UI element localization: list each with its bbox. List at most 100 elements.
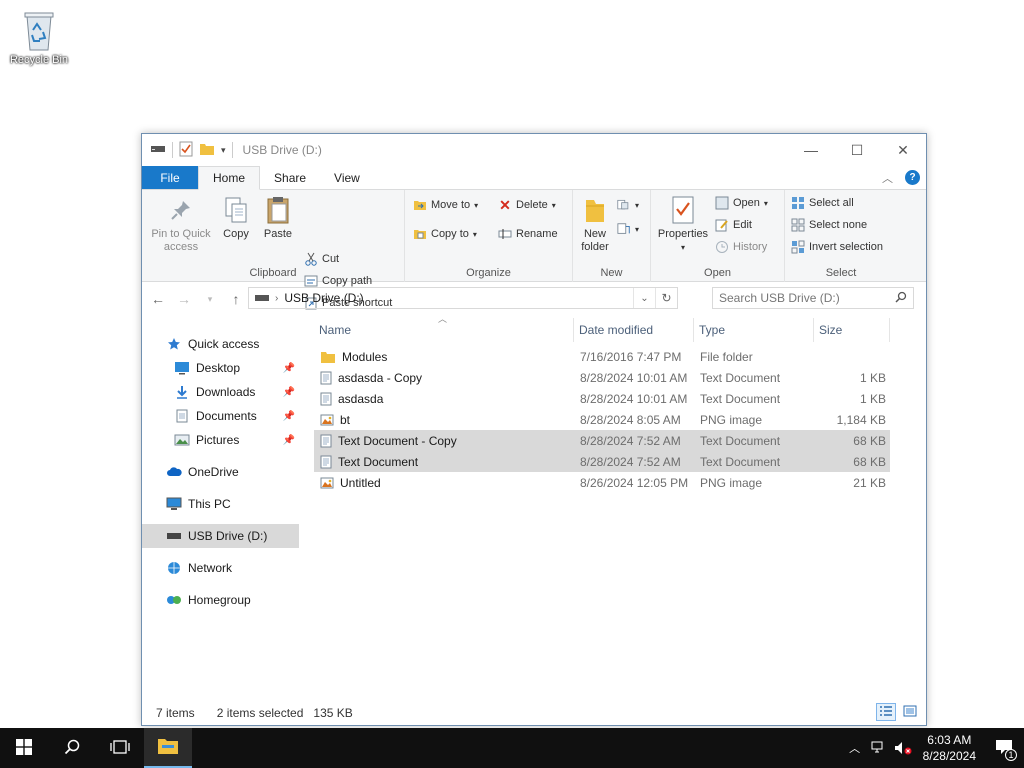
file-size: 1 KB [859,370,886,385]
edit-button[interactable]: Edit [715,218,752,232]
select-all-button[interactable]: Select all [791,196,854,210]
star-icon [166,336,182,352]
file-row[interactable]: Text Document 8/28/2024 7:52 AM Text Docum… [314,451,890,472]
file-row[interactable]: asdasda 8/28/2024 10:01 AM Text Document 1 … [314,388,890,409]
action-center-button[interactable]: 1 [984,739,1024,761]
file-size: 1,184 KB [836,412,886,427]
file-size: 1 KB [859,391,886,406]
file-type: PNG image [700,412,763,427]
tab-file[interactable]: File [142,166,198,189]
minimize-button[interactable]: — [788,134,834,166]
properties-button[interactable]: Properties ▾ [655,194,711,254]
explorer-body: Quick access Desktop 📌 Downloads 📌 Docum… [142,314,926,701]
open-button[interactable]: Open ▾ [715,196,768,210]
tab-share[interactable]: Share [260,166,320,189]
nav-network[interactable]: Network [142,556,299,580]
tab-view[interactable]: View [320,166,374,189]
show-hidden-icons-button[interactable]: ︿ [843,740,867,756]
file-list: ︿ Name Date modified Type Size Modules 7/… [314,314,896,701]
properties-qat-icon[interactable] [179,141,193,160]
download-arrow-icon [174,384,190,400]
file-explorer-icon [157,737,179,758]
title-bar[interactable]: ▾ USB Drive (D:) — ☐ ✕ [142,134,926,166]
back-button[interactable]: ← [150,291,166,307]
taskbar: ︿ 6:03 AM 8/28/2024 1 [0,728,1024,768]
pin-icon[interactable]: 📌 [283,387,295,398]
text-file-icon [320,392,332,406]
select-none-button[interactable]: Select none [791,218,867,232]
history-button[interactable]: History [715,240,767,254]
drive-icon [255,291,269,305]
new-folder-qat-icon[interactable] [199,141,215,160]
column-name[interactable]: Name [314,318,574,342]
file-row[interactable]: Untitled 8/26/2024 12:05 PM PNG image 21 KB [314,472,890,493]
nav-pictures[interactable]: Pictures 📌 [142,428,299,452]
refresh-icon[interactable]: ↻ [655,288,677,308]
scissors-icon [304,252,318,266]
maximize-button[interactable]: ☐ [834,134,880,166]
paste-button[interactable]: Paste [258,194,298,241]
address-dropdown-icon[interactable]: ⌄ [633,288,655,308]
column-headers: ︿ Name Date modified Type Size [314,314,894,342]
address-path[interactable]: USB Drive (D:) [284,291,363,305]
clipboard-group: Pin to Quick access Copy Paste Cut Copy … [142,190,405,310]
copy-button[interactable]: Copy [216,194,256,241]
chevron-right-icon[interactable]: › [275,293,278,304]
tab-home[interactable]: Home [198,166,261,190]
new-item-button[interactable]: ▾ [617,198,639,212]
ribbon: Pin to Quick access Copy Paste Cut Copy … [142,190,926,310]
pin-icon[interactable]: 📌 [283,435,295,446]
recycle-bin[interactable]: Recycle Bin [6,8,72,66]
status-bar: 7 items 2 items selected 135 KB [142,701,926,725]
new-folder-button[interactable]: New folder [575,194,615,254]
copy-to-button[interactable]: Copy to ▾ [413,227,477,241]
details-view-button[interactable] [876,703,896,721]
nav-homegroup[interactable]: Homegroup [142,588,299,612]
pin-icon[interactable]: 📌 [283,411,295,422]
large-icons-view-button[interactable] [900,703,920,721]
search-input[interactable]: Search USB Drive (D:) [712,287,914,309]
easy-access-button[interactable]: ▾ [617,222,639,236]
file-explorer-taskbar-button[interactable] [144,728,192,768]
search-icon[interactable] [895,291,907,306]
nav-quick-access[interactable]: Quick access [142,332,299,356]
move-to-button[interactable]: Move to ▾ [413,198,478,212]
column-size[interactable]: Size [814,318,890,342]
network-tray-icon[interactable] [867,741,891,755]
file-name: bt [340,412,351,427]
clock[interactable]: 6:03 AM 8/28/2024 [915,732,984,764]
close-button[interactable]: ✕ [880,134,926,166]
delete-button[interactable]: ✕ Delete ▾ [498,197,556,213]
nav-documents[interactable]: Documents 📌 [142,404,299,428]
file-row[interactable]: Modules 7/16/2016 7:47 PM File folder [314,346,890,367]
nav-onedrive[interactable]: OneDrive [142,460,299,484]
up-button[interactable]: ↑ [228,291,244,307]
file-row[interactable]: bt 8/28/2024 8:05 AM PNG image 1,184 KB [314,409,890,430]
collapse-ribbon-icon[interactable]: ︿ [882,170,893,186]
task-view-button[interactable] [96,728,144,768]
invert-selection-button[interactable]: Invert selection [791,240,883,254]
nav-desktop[interactable]: Desktop 📌 [142,356,299,380]
pin-icon[interactable]: 📌 [283,363,295,374]
rename-button[interactable]: Rename [498,227,558,241]
new-folder-icon [579,194,611,226]
search-button[interactable] [48,728,96,768]
column-type[interactable]: Type [694,318,814,342]
forward-button[interactable]: → [176,291,192,307]
volume-muted-icon[interactable] [891,741,915,755]
help-icon[interactable]: ? [905,170,920,185]
address-bar[interactable]: › USB Drive (D:) ⌄ ↻ [248,287,678,309]
qat-dropdown-icon[interactable]: ▾ [221,145,226,156]
file-row[interactable]: asdasda - Copy 8/28/2024 10:01 AM Text Doc… [314,367,890,388]
column-date-modified[interactable]: Date modified [574,318,694,342]
file-name-cell: asdasda - Copy [320,367,422,388]
nav-this-pc[interactable]: This PC [142,492,299,516]
recent-locations-button[interactable]: ▾ [202,294,218,305]
start-button[interactable] [0,728,48,768]
nav-usb-drive[interactable]: USB Drive (D:) [142,524,299,548]
pin-to-quick-access-button[interactable]: Pin to Quick access [148,194,214,254]
cut-button[interactable]: Cut [304,252,339,266]
file-row[interactable]: Text Document - Copy 8/28/2024 7:52 AM Tex… [314,430,890,451]
nav-downloads[interactable]: Downloads 📌 [142,380,299,404]
details-view-icon [879,705,893,720]
